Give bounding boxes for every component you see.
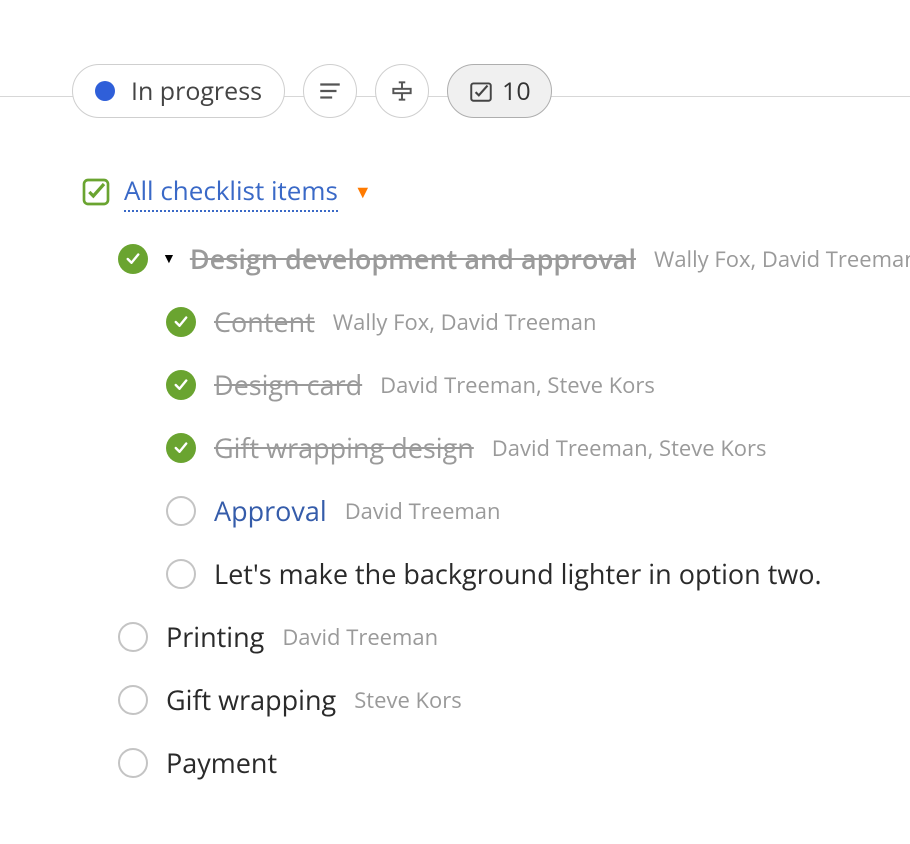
checklist-item-title[interactable]: Design card: [214, 366, 362, 403]
checklist-count: 10: [502, 74, 531, 108]
checklist-item-assignees: David Treeman: [282, 622, 438, 652]
checklist-item-title[interactable]: Design development and approval: [190, 240, 636, 277]
check-empty-icon[interactable]: [118, 622, 148, 652]
checklist-root-title[interactable]: All checklist items: [124, 172, 338, 212]
checklist-item-title[interactable]: Approval: [214, 492, 327, 529]
check-empty-icon[interactable]: [118, 748, 148, 778]
check-empty-icon[interactable]: [118, 685, 148, 715]
checklist-item-assignees: David Treeman, Steve Kors: [380, 370, 655, 400]
checklist-item[interactable]: Content Wally Fox, David Treeman: [118, 303, 910, 340]
check-empty-icon[interactable]: [166, 559, 196, 589]
checklist-item-title[interactable]: Gift wrapping design: [214, 429, 474, 466]
checklist-item[interactable]: Payment: [118, 744, 910, 781]
checklist-item-assignees: Steve Kors: [354, 685, 462, 715]
checklist-item[interactable]: Let's make the background lighter in opt…: [118, 555, 910, 592]
checklist-item-title[interactable]: Gift wrapping: [166, 681, 336, 718]
checklist-item[interactable]: ▼ Design development and approval Wally Fo…: [118, 240, 910, 277]
checklist-item[interactable]: Gift wrapping Steve Kors: [118, 681, 910, 718]
caret-down-icon[interactable]: ▼: [354, 180, 372, 204]
gantt-icon: [389, 78, 415, 104]
checklist-list: ▼ Design development and approval Wally Fo…: [80, 212, 910, 781]
checklist-item[interactable]: Approval David Treeman: [118, 492, 910, 529]
checkbox-icon: [468, 78, 494, 104]
check-filled-icon[interactable]: [166, 307, 196, 337]
check-empty-icon[interactable]: [166, 496, 196, 526]
checklist-item-assignees: David Treeman: [345, 496, 501, 526]
check-filled-icon[interactable]: [118, 244, 148, 274]
checklist-item[interactable]: Design card David Treeman, Steve Kors: [118, 366, 910, 403]
checklist-content: All checklist items ▼ ▼ Design developmen…: [0, 128, 910, 781]
checklist-count-pill[interactable]: 10: [447, 64, 552, 118]
checklist-item-title[interactable]: Printing: [166, 618, 264, 655]
toolbar: In progress 10: [0, 64, 910, 128]
checklist-item-title[interactable]: Let's make the background lighter in opt…: [214, 555, 822, 592]
checklist-item[interactable]: Gift wrapping design David Treeman, Steve…: [118, 429, 910, 466]
status-label: In progress: [131, 74, 262, 108]
checklist-item-title[interactable]: Payment: [166, 744, 277, 781]
status-dot-icon: [95, 81, 115, 101]
checklist-item-title[interactable]: Content: [214, 303, 315, 340]
status-pill[interactable]: In progress: [72, 64, 285, 118]
description-button[interactable]: [303, 64, 357, 118]
checklist-root[interactable]: All checklist items ▼: [80, 172, 910, 212]
checklist-item-assignees: Wally Fox, David Treeman: [654, 244, 910, 274]
expand-caret-icon[interactable]: ▼: [162, 249, 176, 268]
check-outline-icon: [80, 176, 112, 208]
check-filled-icon[interactable]: [166, 370, 196, 400]
text-lines-icon: [317, 78, 343, 104]
checklist-item-assignees: Wally Fox, David Treeman: [333, 307, 597, 337]
checklist-item[interactable]: Printing David Treeman: [118, 618, 910, 655]
checklist-item-assignees: David Treeman, Steve Kors: [492, 433, 767, 463]
gantt-button[interactable]: [375, 64, 429, 118]
check-filled-icon[interactable]: [166, 433, 196, 463]
